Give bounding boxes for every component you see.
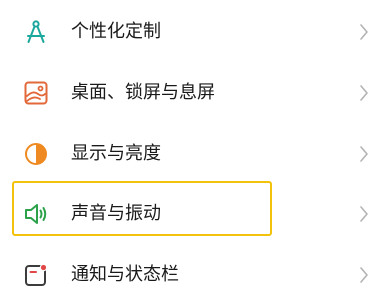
brightness-icon (22, 140, 50, 168)
compass-icon (22, 18, 50, 46)
chevron-right-icon (359, 145, 369, 163)
settings-item-label: 个性化定制 (71, 21, 161, 42)
chevron-right-icon (359, 84, 369, 102)
settings-item-desktop-lockscreen[interactable]: 桌面、锁屏与息屏 (0, 63, 384, 124)
settings-item-label: 显示与亮度 (71, 143, 161, 164)
settings-item-notifications-statusbar[interactable]: 通知与状态栏 (0, 245, 384, 306)
settings-item-personalization[interactable]: 个性化定制 (0, 2, 384, 63)
settings-item-label: 通知与状态栏 (71, 264, 179, 285)
wallpaper-icon (22, 79, 50, 107)
settings-item-label: 桌面、锁屏与息屏 (71, 82, 215, 103)
settings-list: 个性化定制 桌面、锁屏与息屏 显示与亮度 声音与振动 通知与状态栏 (0, 0, 384, 306)
settings-item-display-brightness[interactable]: 显示与亮度 (0, 124, 384, 185)
highlight-box (12, 181, 272, 236)
chevron-right-icon (359, 266, 369, 284)
chevron-right-icon (359, 205, 369, 223)
chevron-right-icon (359, 23, 369, 41)
notification-icon (22, 261, 50, 289)
